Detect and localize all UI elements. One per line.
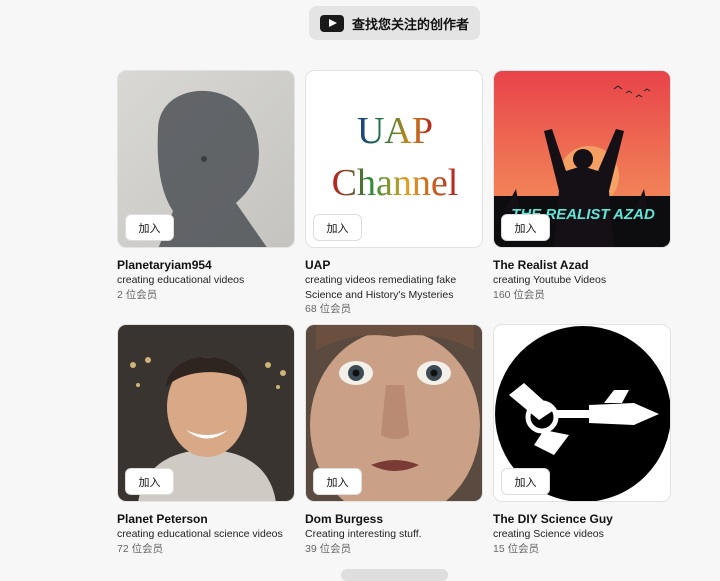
creator-card[interactable]: 加入 Planet Peterson creating educational … (117, 324, 295, 556)
join-button[interactable]: 加入 (313, 468, 362, 495)
creator-member-count: 72 位会员 (117, 542, 164, 555)
creator-card[interactable]: UAP Channel 加入 UAP creating videos remed… (305, 70, 483, 316)
creator-description: creating videos remediating fake Science… (305, 274, 457, 301)
creator-card[interactable]: THE REALIST AZAD 加入 The Realist Azad cre… (493, 70, 671, 302)
creator-card[interactable]: 加入 The DIY Science Guy creating Science … (493, 324, 671, 556)
creator-avatar[interactable]: THE REALIST AZAD 加入 (493, 70, 671, 248)
load-more-button[interactable] (341, 569, 448, 581)
creator-name[interactable]: UAP (305, 258, 483, 272)
creator-name[interactable]: Planetaryiam954 (117, 258, 295, 272)
svg-text:Channel: Channel (332, 162, 459, 204)
creator-member-count: 15 位会员 (493, 542, 540, 555)
creator-description: creating Science videos (493, 528, 604, 540)
creator-name[interactable]: The DIY Science Guy (493, 512, 671, 526)
creator-description: creating Youtube Videos (493, 274, 607, 286)
join-button[interactable]: 加入 (125, 468, 174, 495)
creator-avatar[interactable]: 加入 (305, 324, 483, 502)
creator-member-count: 160 位会员 (493, 288, 545, 301)
find-creators-label: 查找您关注的创作者 (351, 16, 469, 32)
creator-avatar[interactable]: UAP Channel 加入 (305, 70, 483, 248)
creator-name[interactable]: Dom Burgess (305, 512, 483, 526)
creator-member-count: 2 位会员 (117, 288, 158, 301)
find-creators-button[interactable]: 查找您关注的创作者 (309, 6, 480, 40)
creator-description: creating educational science videos (117, 528, 283, 540)
creator-member-count: 68 位会员 (305, 303, 352, 315)
join-button[interactable]: 加入 (501, 468, 550, 495)
creator-description: Creating interesting stuff. (305, 528, 422, 540)
creator-avatar[interactable]: 加入 (117, 324, 295, 502)
creator-member-count: 39 位会员 (305, 542, 352, 555)
creator-avatar[interactable]: 加入 (493, 324, 671, 502)
creator-name[interactable]: The Realist Azad (493, 258, 671, 272)
creator-avatar[interactable]: 加入 (117, 70, 295, 248)
join-button[interactable]: 加入 (125, 214, 174, 241)
svg-text:UAP: UAP (357, 110, 433, 152)
creator-name[interactable]: Planet Peterson (117, 512, 295, 526)
join-button[interactable]: 加入 (313, 214, 362, 241)
creator-card[interactable]: 加入 Dom Burgess Creating interesting stuf… (305, 324, 483, 556)
youtube-icon (319, 14, 344, 32)
creator-card[interactable]: 加入 Planetaryiam954 creating educational … (117, 70, 295, 302)
join-button[interactable]: 加入 (501, 214, 550, 241)
creator-description: creating educational videos (117, 274, 245, 286)
